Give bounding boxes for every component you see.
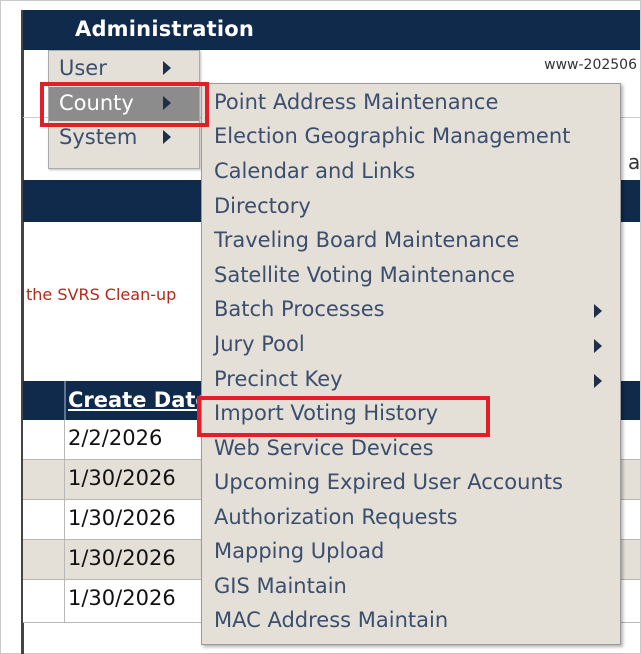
menu-item-label: User — [59, 56, 107, 80]
submenu-item-point-address-maintenance[interactable]: Point Address Maintenance — [202, 87, 620, 121]
submenu-item-label: Jury Pool — [214, 332, 305, 356]
create-date-cell: 1/30/2026 — [68, 506, 176, 530]
cell-divider — [64, 460, 65, 499]
submenu-item-label: Batch Processes — [214, 297, 385, 321]
submenu-item-precinct-key[interactable]: Precinct Key — [202, 364, 620, 398]
submenu-item-label: Satellite Voting Maintenance — [214, 263, 515, 287]
submenu-item-gis-maintain[interactable]: GIS Maintain — [202, 571, 620, 605]
admin-dropdown-menu: User County System — [48, 50, 200, 169]
submenu-item-jury-pool[interactable]: Jury Pool — [202, 329, 620, 363]
submenu-item-calendar-and-links[interactable]: Calendar and Links — [202, 156, 620, 190]
menu-item-system[interactable]: System — [49, 121, 199, 155]
cell-divider — [64, 580, 65, 622]
partial-text: a — [628, 150, 641, 174]
submenu-item-label: Point Address Maintenance — [214, 90, 499, 114]
menu-item-county[interactable]: County — [49, 87, 199, 121]
menu-item-label: County — [59, 91, 134, 115]
submenu-item-label: Traveling Board Maintenance — [214, 228, 520, 252]
submenu-item-label: Directory — [214, 194, 311, 218]
menu-item-user[interactable]: User — [49, 52, 199, 86]
submenu-item-label: Authorization Requests — [214, 505, 458, 529]
cell-divider — [64, 420, 65, 459]
cleanup-notice-text[interactable]: the SVRS Clean-up — [26, 285, 176, 304]
cell-divider — [64, 500, 65, 539]
submenu-item-label: Web Service Devices — [214, 436, 434, 460]
submenu-arrow-icon — [163, 61, 171, 75]
create-date-cell: 1/30/2026 — [68, 546, 176, 570]
submenu-arrow-icon — [594, 304, 602, 318]
submenu-item-traveling-board-maintenance[interactable]: Traveling Board Maintenance — [202, 225, 620, 259]
submenu-item-label: GIS Maintain — [214, 574, 347, 598]
create-date-cell: 1/30/2026 — [68, 586, 176, 610]
submenu-arrow-icon — [163, 130, 171, 144]
submenu-item-directory[interactable]: Directory — [202, 191, 620, 225]
submenu-item-label: Import Voting History — [214, 401, 439, 425]
menu-item-label: System — [59, 125, 138, 149]
submenu-item-label: Mapping Upload — [214, 539, 385, 563]
create-date-cell: 1/30/2026 — [68, 466, 176, 490]
submenu-item-upcoming-expired-user-accounts[interactable]: Upcoming Expired User Accounts — [202, 467, 620, 501]
submenu-arrow-icon — [163, 96, 171, 110]
submenu-item-label: MAC Address Maintain — [214, 608, 449, 632]
submenu-item-import-voting-history[interactable]: Import Voting History — [202, 398, 620, 432]
create-date-cell: 2/2/2026 — [68, 426, 163, 450]
submenu-item-batch-processes[interactable]: Batch Processes — [202, 294, 620, 328]
submenu-item-label: Upcoming Expired User Accounts — [214, 470, 563, 494]
submenu-item-mapping-upload[interactable]: Mapping Upload — [202, 536, 620, 570]
server-label: www-202506 — [544, 57, 637, 73]
submenu-item-label: Calendar and Links — [214, 159, 416, 183]
submenu-item-satellite-voting-maintenance[interactable]: Satellite Voting Maintenance — [202, 260, 620, 294]
submenu-item-label: Precinct Key — [214, 367, 343, 391]
submenu-arrow-icon — [594, 339, 602, 353]
create-date-column-header[interactable]: Create Date — [68, 388, 210, 412]
submenu-item-mac-address-maintain[interactable]: MAC Address Maintain — [202, 605, 620, 639]
submenu-item-web-service-devices[interactable]: Web Service Devices — [202, 433, 620, 467]
admin-menu-title[interactable]: Administration — [75, 17, 254, 41]
submenu-arrow-icon — [594, 374, 602, 388]
submenu-item-election-geographic-management[interactable]: Election Geographic Management — [202, 121, 620, 155]
header-divider — [64, 381, 66, 420]
submenu-item-authorization-requests[interactable]: Authorization Requests — [202, 502, 620, 536]
cell-divider — [64, 540, 65, 579]
county-submenu: Point Address Maintenance Election Geogr… — [201, 83, 621, 645]
submenu-item-label: Election Geographic Management — [214, 124, 571, 148]
